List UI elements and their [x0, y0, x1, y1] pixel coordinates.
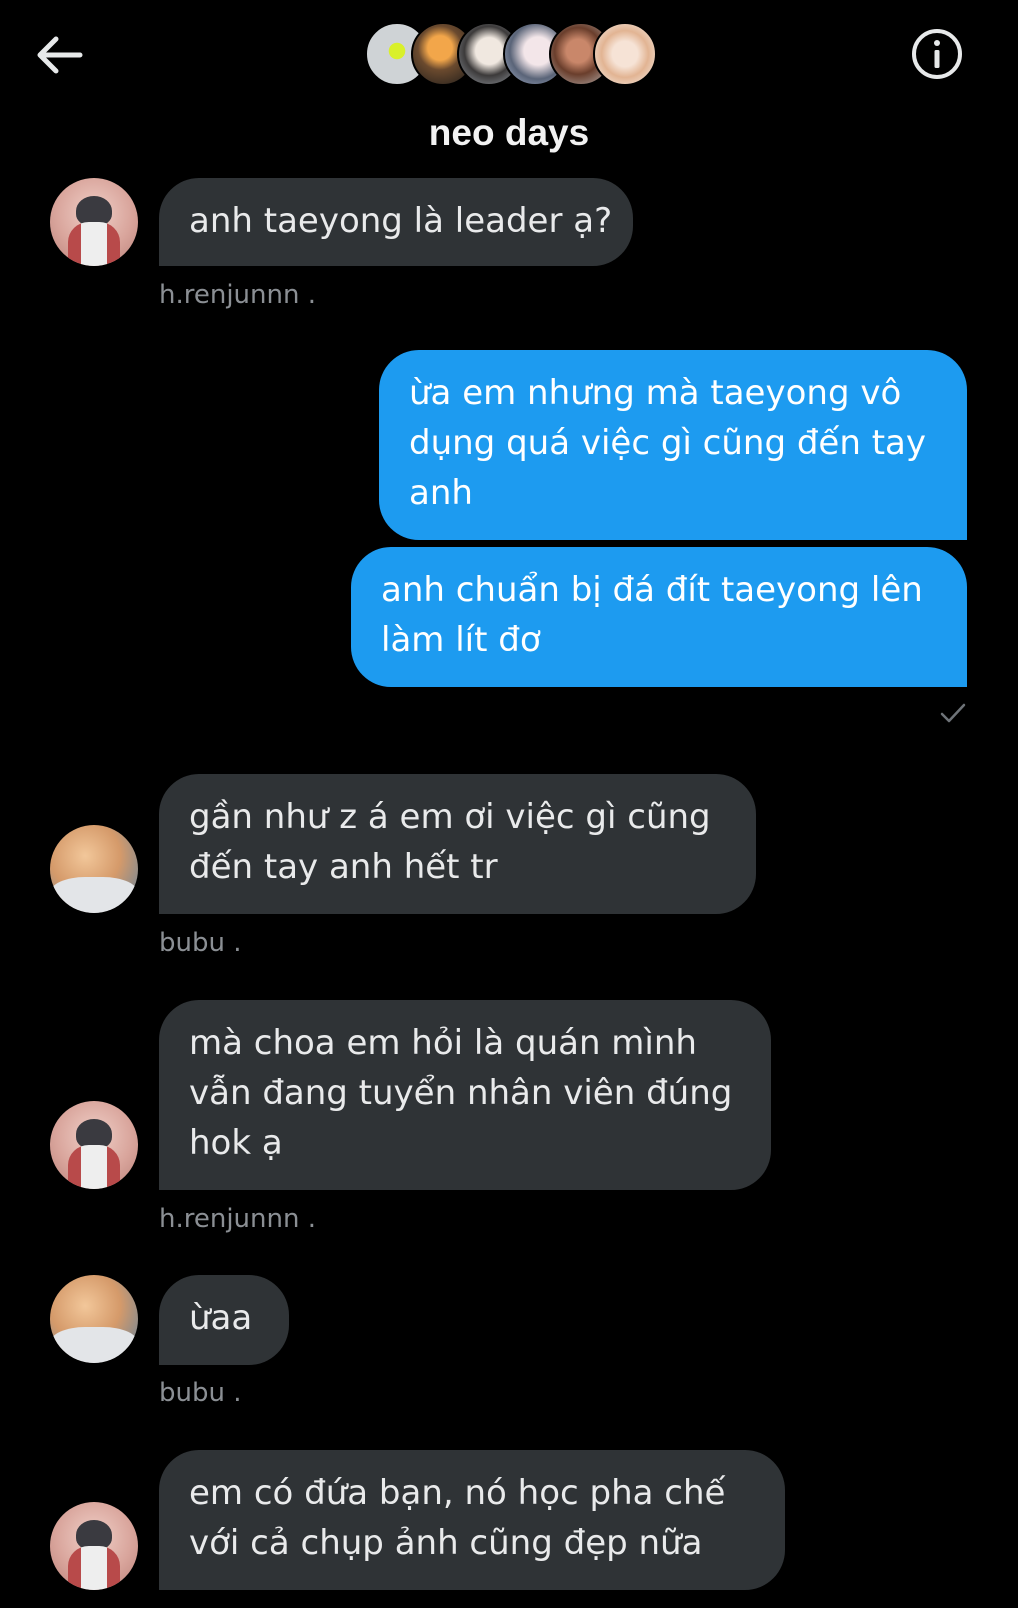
avatar[interactable] [50, 178, 138, 266]
message-meta: h.renjunnn . [159, 280, 317, 310]
message-bubble-outgoing[interactable]: ừa em nhưng mà taeyong vô dụng quá việc … [379, 350, 967, 540]
message-meta: h.renjunnn . [159, 1204, 317, 1234]
back-button[interactable] [34, 30, 90, 80]
message-text: em có đứa bạn, nó học pha chế [189, 1473, 726, 1513]
message-text: làm lít đơ [381, 620, 541, 660]
avatar[interactable] [50, 1101, 138, 1189]
group-avatar [593, 22, 657, 86]
message-text: vẫn đang tuyển nhân viên đúng [189, 1073, 733, 1113]
avatar[interactable] [50, 1502, 138, 1590]
message-text: anh taeyong là leader ạ? [189, 201, 613, 241]
message-text: anh [409, 473, 473, 513]
message-meta: bubu . [159, 928, 242, 958]
message-text: dụng quá việc gì cũng đến tay [409, 423, 926, 463]
message-text: đến tay anh hết tr [189, 847, 498, 887]
message-text: với cả chụp ảnh cũng đẹp nữa [189, 1523, 703, 1563]
message-bubble-incoming[interactable]: em có đứa bạn, nó học pha chế với cả chụ… [159, 1450, 785, 1590]
message-bubble-outgoing[interactable]: anh chuẩn bị đá đít taeyong lên làm lít … [351, 547, 967, 687]
avatar[interactable] [50, 1275, 138, 1363]
message-text: gần như z á em ơi việc gì cũng [189, 797, 711, 837]
conversation-header: neo days [0, 0, 1018, 170]
message-text: hok ạ [189, 1123, 283, 1163]
info-button[interactable] [910, 27, 964, 81]
info-circle-icon [912, 29, 962, 79]
group-avatars[interactable] [365, 22, 657, 88]
avatar[interactable] [50, 825, 138, 913]
message-bubble-incoming[interactable]: ừaa [159, 1275, 289, 1365]
conversation-title: neo days [428, 112, 590, 153]
message-bubble-incoming[interactable]: gần như z á em ơi việc gì cũng đến tay a… [159, 774, 756, 914]
arrow-left-icon [37, 36, 83, 74]
message-text: ừa em nhưng mà taeyong vô [409, 373, 902, 413]
message-meta: bubu . [159, 1378, 242, 1408]
message-bubble-incoming[interactable]: anh taeyong là leader ạ? [159, 178, 633, 266]
message-text: mà choa em hỏi là quán mình [189, 1023, 697, 1063]
message-text: ừaa [189, 1298, 253, 1338]
checkmark-icon [940, 703, 966, 723]
message-bubble-incoming[interactable]: mà choa em hỏi là quán mình vẫn đang tuy… [159, 1000, 771, 1190]
message-text: anh chuẩn bị đá đít taeyong lên [381, 570, 923, 610]
